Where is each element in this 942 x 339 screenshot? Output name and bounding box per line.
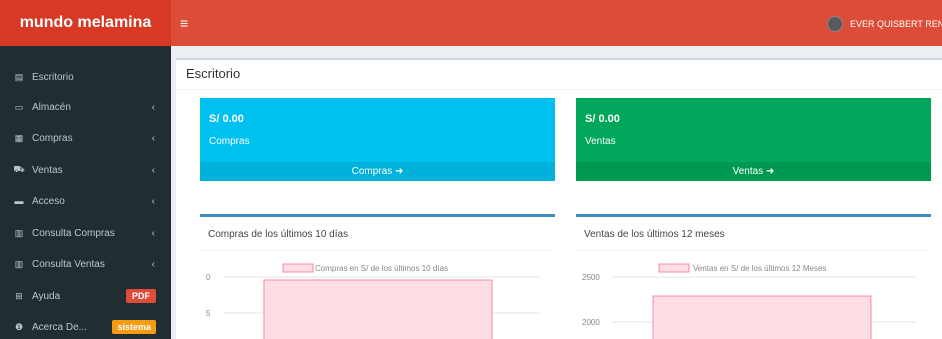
ventas-chart-title: Ventas de los últimos 12 meses [584,229,725,240]
legend-swatch [658,263,690,273]
arrow-circle-right-icon: ➜ [765,166,775,177]
sidebar-item-escritorio[interactable]: ▤ Escritorio [0,62,171,92]
ventas-amount: S/ 0.00 [585,113,620,125]
folder-icon: ▬ [14,196,24,206]
ventas-chart: Ventas en S/ de los últimos 12 Meses 2500… [582,263,916,339]
y-tick-label: 0 [206,273,211,282]
compras-footer-label: Compras [351,166,393,177]
divider [176,89,942,90]
compras-chart: Compras en S/ de los últimos 10 días 0 5 [206,263,540,339]
dashboard-icon: ▤ [14,71,24,82]
y-tick-label: 2500 [582,273,600,282]
sidebar-item-label: Almacén [32,101,71,113]
sistema-badge[interactable]: sistema [112,320,156,334]
avatar [827,16,843,32]
compras-chart-box: Compras de los últimos 10 días Compras e… [200,214,555,339]
compras-chart-title: Compras de los últimos 10 días [208,229,349,240]
sidebar-item-almacen[interactable]: ▭ Almacén ‹ [0,92,171,122]
laptop-icon: ▭ [14,101,24,112]
sidebar-item-consulta-ventas[interactable]: ▥ Consulta Ventas ‹ [0,249,171,279]
bar-chart-icon: ▥ [14,258,24,269]
sidebar-item-label: Compras [32,132,73,144]
compras-footer-link[interactable]: Compras ➜ [200,162,555,181]
compras-summary-box: S/ 0.00 Compras Compras ➜ [200,98,555,181]
user-name: EVER QUISBERT RENG [850,19,942,29]
chevron-left-icon: ‹ [151,165,155,176]
sidebar-item-compras[interactable]: ▦ Compras ‹ [0,123,171,153]
compras-label: Compras [209,136,250,147]
legend-label: Compras en S/ de los últimos 10 días [315,264,448,273]
legend-swatch [282,263,314,273]
ventas-label: Ventas [585,136,616,147]
top-navbar: mundo melamina ≡ EVER QUISBERT RENG [0,0,942,46]
ventas-footer-label: Ventas [732,166,764,177]
sidebar-item-label: Acceso [32,195,65,207]
sidebar-toggle-button[interactable]: ≡ [180,14,188,32]
chevron-left-icon: ‹ [151,228,155,239]
page-title: Escritorio [186,66,241,81]
grid-icon: ▦ [14,132,24,143]
plus-square-icon: ⊞ [15,290,23,301]
user-menu[interactable]: EVER QUISBERT RENG [827,15,942,33]
bar [652,295,872,339]
sidebar-item-label: Ventas [32,164,63,176]
ventas-summary-box: S/ 0.00 Ventas Ventas ➜ [576,98,931,181]
chevron-left-icon: ‹ [151,133,155,144]
chevron-left-icon: ‹ [151,196,155,207]
brand-logo[interactable]: mundo melamina [0,0,171,46]
sidebar-item-label: Consulta Compras [32,227,115,239]
bar-chart-icon: ▥ [14,227,24,238]
pdf-badge[interactable]: PDF [126,289,156,303]
sidebar-item-label: Consulta Ventas [32,258,105,270]
divider [576,250,931,251]
y-tick-label: 2000 [582,318,600,327]
chevron-left-icon: ‹ [151,102,155,113]
legend-label: Ventas en S/ de los últimos 12 Meses [693,264,826,273]
info-icon: ❶ [14,321,24,332]
bar [263,279,493,339]
sidebar-item-ventas[interactable]: ⛟ Ventas ‹ [0,155,171,185]
arrow-circle-right-icon: ➜ [394,166,404,177]
sidebar-item-label: Escritorio [32,71,74,83]
ventas-chart-box: Ventas de los últimos 12 meses Ventas en… [576,214,931,339]
ventas-footer-link[interactable]: Ventas ➜ [576,162,931,181]
sidebar-item-acerca-de[interactable]: ❶ Acerca De... sistema [0,312,171,339]
sidebar-item-acceso[interactable]: ▬ Acceso ‹ [0,186,171,216]
cart-icon: ⛟ [13,164,25,174]
sidebar: ▤ Escritorio ▭ Almacén ‹ ▦ Compras ‹ ⛟ V… [0,46,171,339]
y-tick-label: 5 [206,309,211,318]
sidebar-item-consulta-compras[interactable]: ▥ Consulta Compras ‹ [0,218,171,248]
sidebar-item-ayuda[interactable]: ⊞ Ayuda PDF [0,281,171,311]
compras-amount: S/ 0.00 [209,113,244,125]
chevron-left-icon: ‹ [151,259,155,270]
divider [200,250,555,251]
